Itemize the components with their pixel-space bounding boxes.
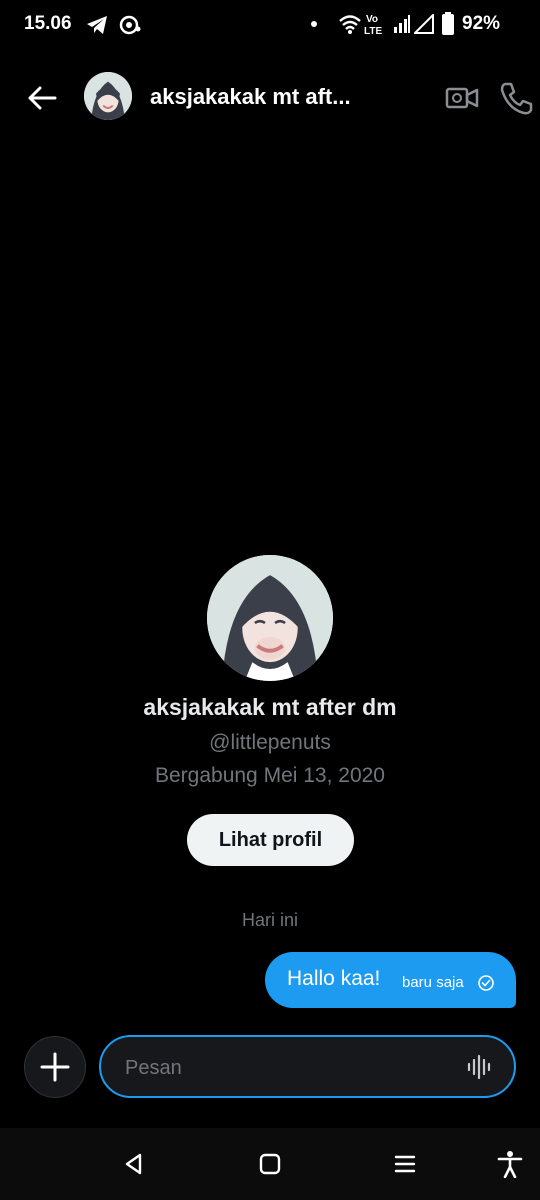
wifi-icon xyxy=(339,15,361,34)
sent-message-bubble[interactable]: Hallo kaa! baru saja xyxy=(265,952,516,1008)
date-separator: Hari ini xyxy=(241,910,298,930)
message-timestamp: baru saja xyxy=(402,974,464,991)
profile-avatar[interactable] xyxy=(207,555,333,681)
avatar-image xyxy=(84,72,132,120)
check-circle-icon xyxy=(478,975,494,991)
profile-handle: @littlepenuts xyxy=(209,731,331,754)
notification-icon xyxy=(119,15,141,35)
avatar[interactable] xyxy=(84,72,132,120)
profile-name: aksjakakak mt after dm xyxy=(143,694,397,720)
header-title[interactable]: aksjakakak mt aft... xyxy=(150,84,400,110)
view-profile-button[interactable]: Lihat profil xyxy=(187,814,354,866)
back-arrow-icon[interactable] xyxy=(22,78,62,118)
conversation-header: aksjakakak mt aft... xyxy=(0,60,540,134)
svg-text:Vo: Vo xyxy=(366,14,378,25)
system-navigation-bar xyxy=(0,1128,540,1200)
accessibility-icon[interactable] xyxy=(496,1150,524,1178)
battery-icon xyxy=(442,12,454,35)
signal-icon xyxy=(394,15,410,33)
message-text: Hallo kaa! xyxy=(287,967,381,990)
nav-home-icon[interactable] xyxy=(256,1150,284,1178)
plus-icon xyxy=(40,1052,70,1082)
signal-icon xyxy=(414,14,434,34)
nav-back-icon[interactable] xyxy=(120,1150,148,1178)
battery-percentage: 92% xyxy=(462,13,501,34)
profile-joined-date: Bergabung Mei 13, 2020 xyxy=(154,764,385,787)
telegram-icon xyxy=(87,16,107,34)
dm-screen: 15.06 Vo LTE 92% aksjakakak mt aft... ak… xyxy=(0,0,540,1200)
nav-recents-icon[interactable] xyxy=(391,1150,419,1178)
message-composer xyxy=(99,1035,516,1098)
phone-call-icon[interactable] xyxy=(496,78,536,118)
message-input[interactable] xyxy=(123,1051,447,1085)
add-media-button[interactable] xyxy=(24,1036,86,1098)
volte-icon: Vo LTE xyxy=(364,14,382,36)
status-bar: 15.06 Vo LTE 92% xyxy=(0,0,540,50)
svg-text:LTE: LTE xyxy=(364,26,382,36)
dot-icon xyxy=(311,21,317,27)
voice-message-icon[interactable] xyxy=(466,1054,492,1080)
avatar-image xyxy=(207,555,333,681)
video-call-icon[interactable] xyxy=(444,80,480,116)
status-time: 15.06 xyxy=(24,13,72,34)
